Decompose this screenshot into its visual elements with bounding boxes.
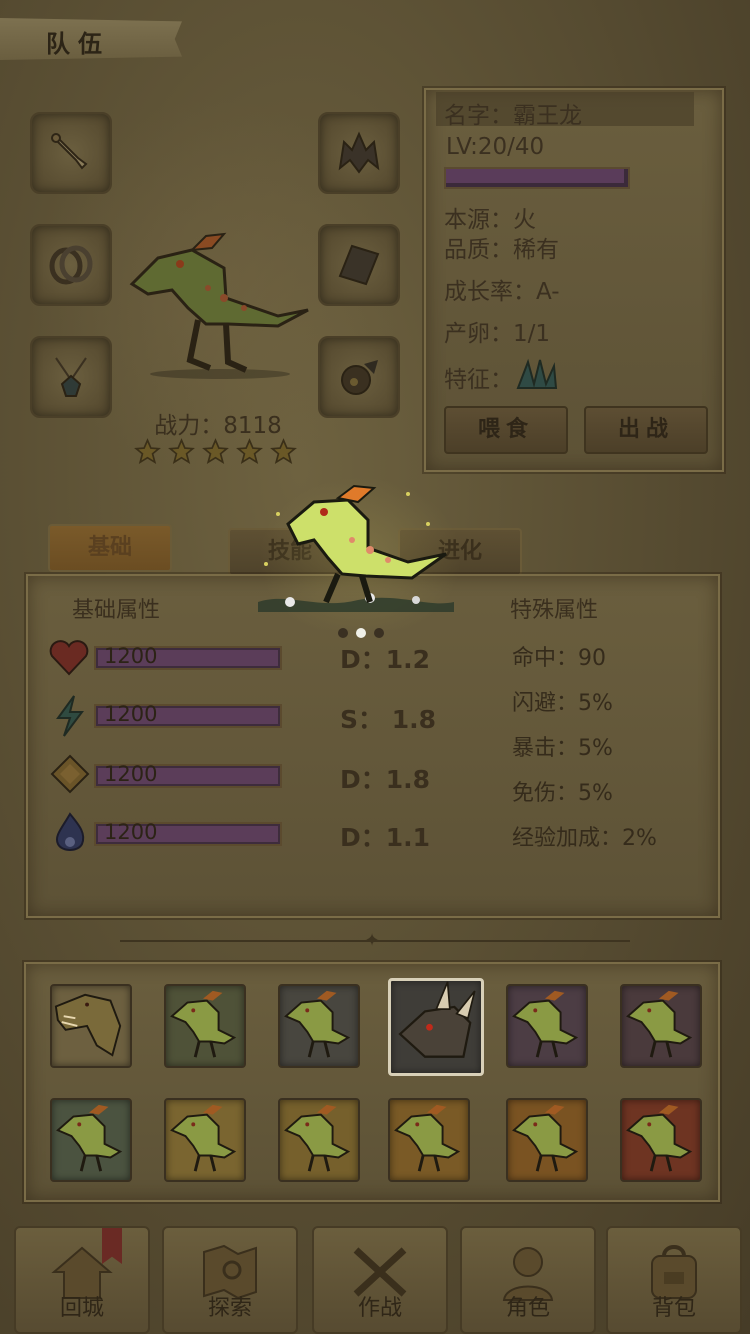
raptor-portrait-icon (56, 1104, 123, 1172)
special-crit: 暴击：5% (512, 736, 613, 761)
hp-grade: D：1.2 (340, 645, 431, 674)
roster-grid (50, 978, 702, 1184)
raptor-portrait-icon (512, 1104, 579, 1172)
defense-grade: D：1.8 (340, 765, 431, 794)
star-icon (236, 438, 263, 465)
nav-explore-label: 探索 (207, 1296, 252, 1321)
hp-bar: 1200 (94, 644, 282, 670)
roster-card[interactable] (620, 1098, 702, 1182)
amulet-icon (55, 357, 87, 397)
dino-origin: 本源：火 (444, 207, 536, 233)
level-bar-fill (446, 169, 624, 183)
carousel-dot[interactable] (374, 628, 384, 638)
star-icon (202, 438, 229, 465)
dino-trait-label: 特征： (444, 367, 513, 393)
hp-value: 1200 (104, 644, 158, 668)
roster-card[interactable] (506, 1098, 588, 1182)
roster-card[interactable] (50, 1098, 132, 1182)
triceratops-portrait-icon (398, 981, 476, 1058)
roster-card[interactable] (278, 1098, 360, 1182)
nav-character[interactable]: 角色 (460, 1226, 596, 1334)
raptor-portrait-icon (284, 1104, 351, 1172)
equip-slot-accessory[interactable] (318, 336, 400, 418)
team-screen: { "header": {"title": "队伍"}, "dino": { "… (0, 0, 750, 1334)
raptor-portrait-icon (626, 990, 693, 1058)
magic-bar: 1200 (94, 820, 282, 846)
dino-eggs: 产卵：1/1 (444, 321, 551, 347)
roster-card[interactable] (506, 984, 588, 1068)
roster-card[interactable] (388, 1098, 470, 1182)
nav-battle-label: 作战 (357, 1296, 402, 1321)
raptor-portrait-icon (170, 1104, 237, 1172)
equip-slot-amulet[interactable] (30, 336, 112, 418)
special-reduction: 免伤：5% (512, 781, 613, 806)
defense-bar: 1200 (94, 762, 282, 788)
claw-trait-icon[interactable] (514, 354, 560, 392)
equip-slot-helmet[interactable] (318, 112, 400, 194)
roster-card[interactable] (164, 984, 246, 1068)
lightning-icon (56, 695, 84, 737)
dinosaur-portrait (129, 232, 309, 379)
star-icon (168, 438, 195, 465)
nav-home[interactable]: 回城 (14, 1226, 150, 1334)
equip-slot-weapon[interactable] (30, 112, 112, 194)
page-title: 队伍 (46, 30, 110, 58)
dinosaur-preview[interactable] (258, 484, 454, 624)
nav-backpack[interactable]: 背包 (606, 1226, 742, 1334)
carousel-dot[interactable] (356, 628, 366, 638)
speed-value: 1200 (104, 702, 158, 726)
star-icon (270, 438, 297, 465)
magic-value: 1200 (104, 820, 158, 844)
orb-icon (341, 360, 378, 395)
battle-button[interactable]: 出战 (584, 406, 708, 454)
raptor-portrait-icon (512, 990, 579, 1058)
raptor-portrait-icon (284, 990, 351, 1058)
special-attributes-title: 特殊属性 (510, 598, 599, 623)
carousel-dots (338, 628, 388, 640)
trex-portrait-icon (54, 993, 122, 1057)
roster-card[interactable] (388, 978, 484, 1076)
tab-basic[interactable]: 基础 (48, 524, 172, 572)
dino-growth: 成长率：A- (444, 279, 560, 305)
special-exp-bonus: 经验加成：2% (512, 826, 657, 851)
nav-backpack-label: 背包 (651, 1296, 696, 1321)
dagger-icon (51, 133, 88, 170)
equip-slot-ring[interactable] (30, 224, 112, 306)
dino-name: 名字：霸王龙 (444, 103, 582, 129)
carousel-dot[interactable] (338, 628, 348, 638)
roster-card[interactable] (278, 984, 360, 1068)
nav-home-label: 回城 (59, 1296, 104, 1321)
raptor-portrait-icon (394, 1104, 461, 1172)
roster-card[interactable] (50, 984, 132, 1068)
roster-card[interactable] (164, 1098, 246, 1182)
special-dodge: 闪避：5% (512, 691, 613, 716)
raptor-portrait-icon (626, 1104, 693, 1172)
equip-slot-armor[interactable] (318, 224, 400, 306)
ring-icon (49, 245, 93, 285)
flame-icon (56, 812, 85, 851)
feed-button[interactable]: 喂食 (444, 406, 568, 454)
nav-battle[interactable]: 作战 (312, 1226, 448, 1334)
dino-quality: 品质：稀有 (444, 237, 559, 263)
roster-card[interactable] (620, 984, 702, 1068)
dino-level: LV:20/40 (446, 134, 545, 160)
star-rating (134, 438, 304, 468)
defense-value: 1200 (104, 762, 158, 786)
special-hit: 命中：90 (512, 646, 606, 671)
basic-attributes-title: 基础属性 (72, 598, 161, 623)
nav-explore[interactable]: 探索 (162, 1226, 298, 1334)
nav-character-label: 角色 (505, 1296, 550, 1321)
magic-grade: D：1.1 (340, 823, 431, 852)
speed-grade: S： 1.8 (340, 705, 436, 734)
heart-icon (49, 640, 89, 676)
divider-ornament: ✦ (364, 930, 380, 951)
combat-power: 战力：8118 (154, 413, 282, 439)
helmet-icon (338, 131, 380, 174)
armor-plate-icon (338, 244, 380, 286)
star-icon (134, 438, 161, 465)
speed-bar: 1200 (94, 702, 282, 728)
shield-icon (50, 754, 90, 794)
raptor-portrait-icon (170, 990, 237, 1058)
